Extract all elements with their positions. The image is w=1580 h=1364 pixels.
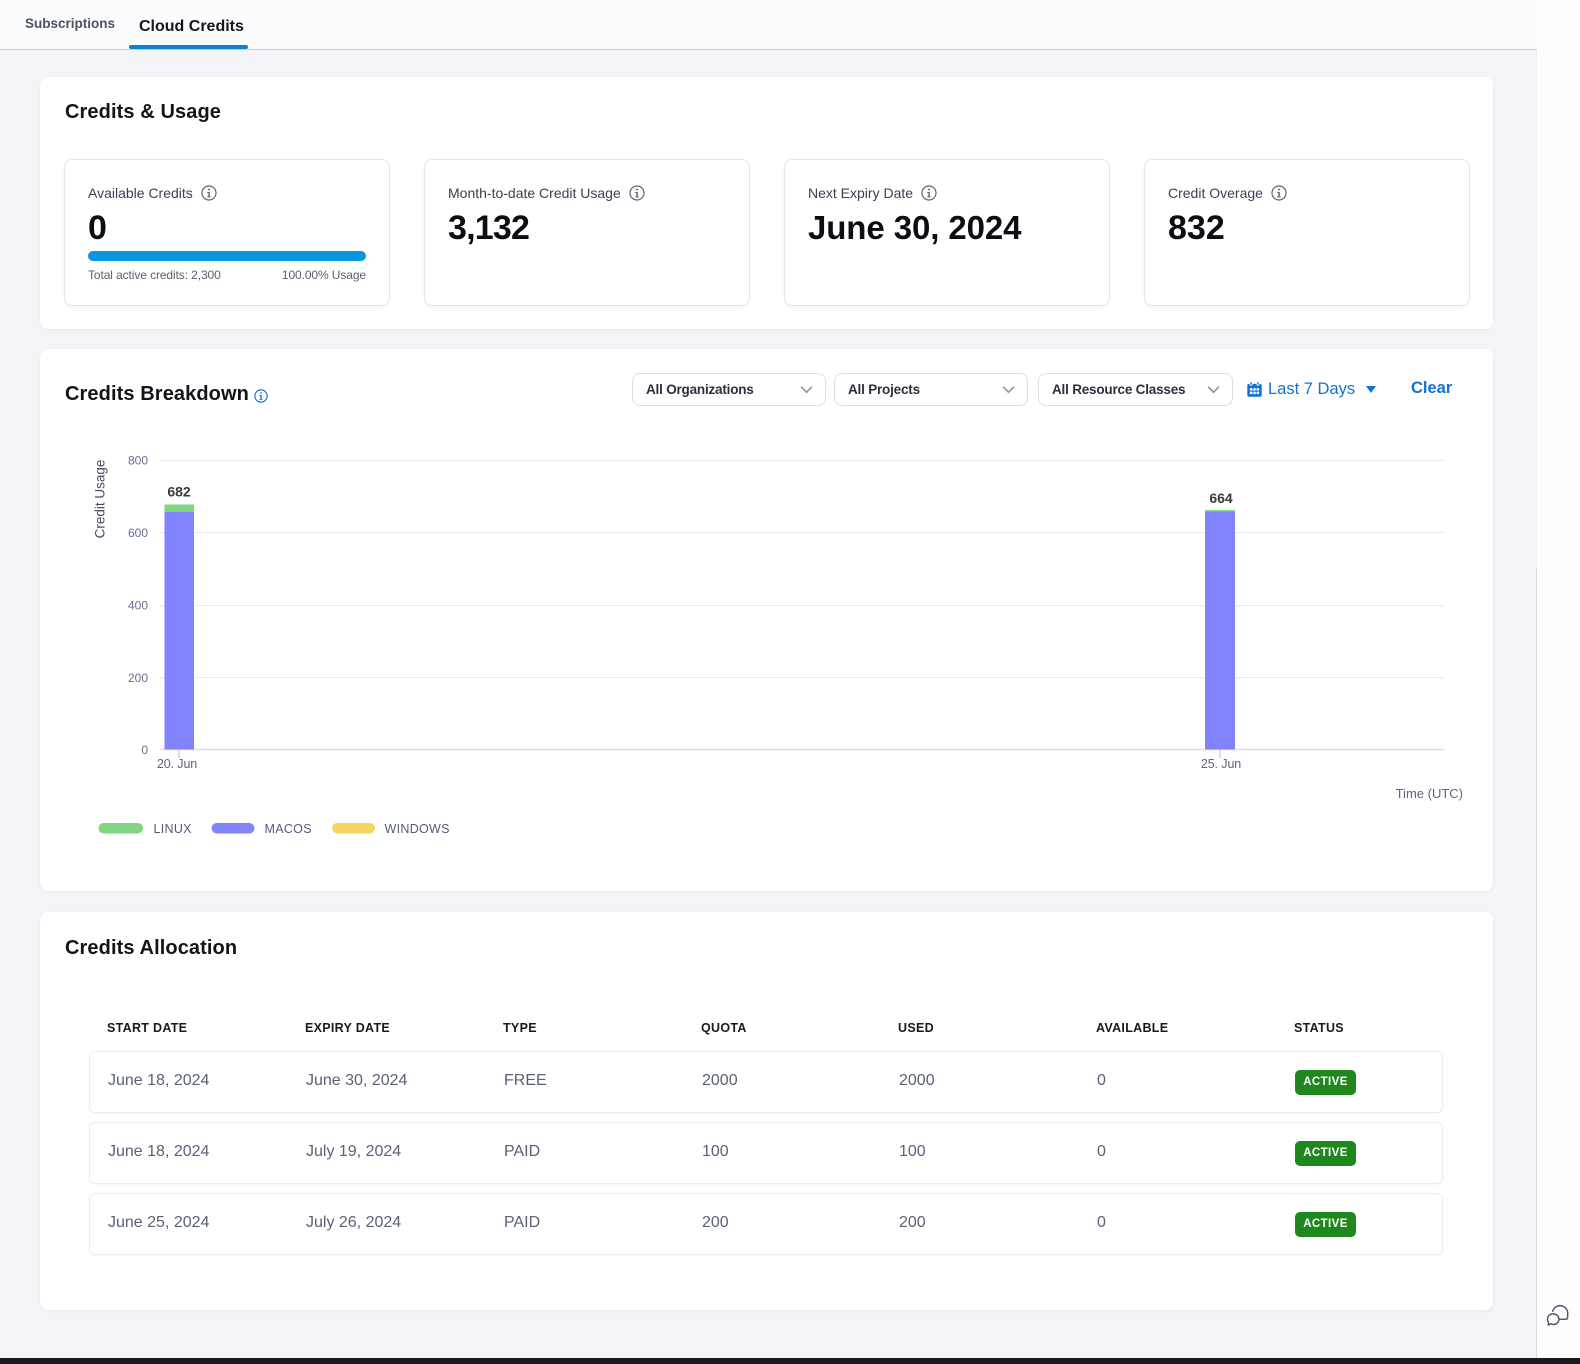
svg-text:600: 600 (128, 526, 148, 540)
svg-text:Credit Usage: Credit Usage (93, 460, 108, 539)
svg-text:20. Jun: 20. Jun (157, 757, 197, 771)
svg-text:WINDOWS: WINDOWS (385, 822, 450, 836)
svg-text:MACOS: MACOS (265, 822, 312, 836)
svg-text:682: 682 (167, 484, 191, 500)
svg-text:Time (UTC): Time (UTC) (1396, 786, 1463, 801)
svg-text:25. Jun: 25. Jun (1201, 757, 1241, 771)
svg-text:200: 200 (128, 671, 148, 685)
svg-text:0: 0 (141, 743, 148, 757)
svg-text:LINUX: LINUX (154, 822, 193, 836)
svg-text:800: 800 (128, 454, 148, 468)
svg-text:664: 664 (1209, 490, 1233, 506)
svg-text:400: 400 (128, 599, 148, 613)
